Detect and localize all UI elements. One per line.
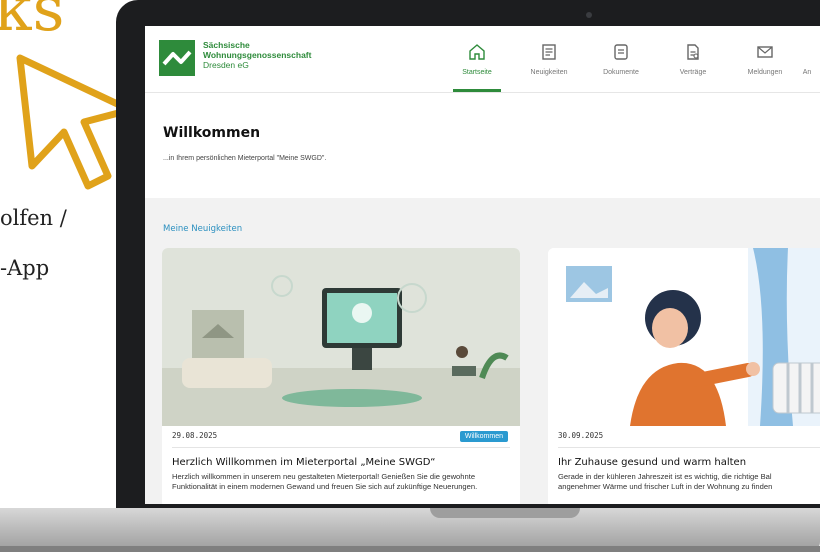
active-indicator xyxy=(453,89,501,92)
page-subtitle: ...in Ihrem persönlichen Mieterportal "M… xyxy=(163,155,327,162)
section-title-news[interactable]: Meine Neuigkeiten xyxy=(163,224,242,234)
swgd-logo[interactable] xyxy=(159,40,195,76)
news-title: Herzlich Willkommen im Mieterportal „Mei… xyxy=(172,457,436,468)
document-icon xyxy=(614,44,628,60)
laptop-screen: Sächsische Wohnungsgenossenschaft Dresde… xyxy=(145,26,820,504)
mail-icon xyxy=(757,46,773,58)
laptop-base-edge xyxy=(0,546,820,552)
nav-item-startseite[interactable]: Startseite xyxy=(441,26,513,92)
divider xyxy=(172,447,510,448)
news-image-digital-portal xyxy=(162,248,520,426)
news-category-badge: Willkommen xyxy=(459,431,508,442)
news-date: 29.08.2025 xyxy=(172,431,218,440)
nav-item-vertraege[interactable]: Verträge xyxy=(657,26,729,92)
news-image-warm-home xyxy=(548,248,820,426)
brand-name: Sächsische Wohnungsgenossenschaft Dresde… xyxy=(203,40,373,70)
app-header: Sächsische Wohnungsgenossenschaft Dresde… xyxy=(145,26,820,93)
brand-line-3: Dresden eG xyxy=(203,60,249,70)
news-date: 30.09.2025 xyxy=(558,431,604,440)
news-teaser: Herzlich willkommen in unserem neu gesta… xyxy=(172,472,478,491)
brand-line-1: Sächsische xyxy=(203,40,250,50)
home-icon xyxy=(469,44,485,60)
divider xyxy=(558,447,820,448)
news-teaser: Gerade in der kühleren Jahreszeit ist es… xyxy=(558,472,820,491)
nav-item-dokumente[interactable]: Dokumente xyxy=(585,26,657,92)
contract-icon xyxy=(687,44,699,60)
nav-label: Startseite xyxy=(462,69,492,76)
news-title: Ihr Zuhause gesund und warm halten xyxy=(558,457,747,468)
webcam xyxy=(586,12,592,18)
news-teaser-line-2: angenehmer Wärme und frischer Luft in de… xyxy=(558,481,773,491)
promo-line-1: olfen / xyxy=(0,206,67,230)
news-card[interactable]: 29.08.2025 Willkommen Herzlich Willkomme… xyxy=(162,248,520,504)
laptop-notch xyxy=(430,508,580,518)
nav-label: An xyxy=(802,69,812,76)
nav-label: Verträge xyxy=(679,69,707,76)
promo-line-2: -App xyxy=(0,256,50,280)
promo-title-fragment: ks xyxy=(0,0,66,45)
page-title: Willkommen xyxy=(163,125,261,141)
news-card[interactable]: 30.09.2025 Ihr Zuhause gesund und warm h… xyxy=(548,248,820,504)
brand-line-2: Wohnungsgenossenschaft xyxy=(203,50,312,60)
nav-label: Neuigkeiten xyxy=(530,69,568,76)
newspaper-icon xyxy=(542,44,556,60)
nav-item-neuigkeiten[interactable]: Neuigkeiten xyxy=(513,26,585,92)
news-teaser-line-1: Gerade in der kühleren Jahreszeit ist es… xyxy=(558,472,772,481)
nav-item-more[interactable]: An xyxy=(787,26,820,92)
nav-label: Dokumente xyxy=(603,69,639,76)
welcome-panel: Willkommen ...in Ihrem persönlichen Miet… xyxy=(145,93,820,197)
